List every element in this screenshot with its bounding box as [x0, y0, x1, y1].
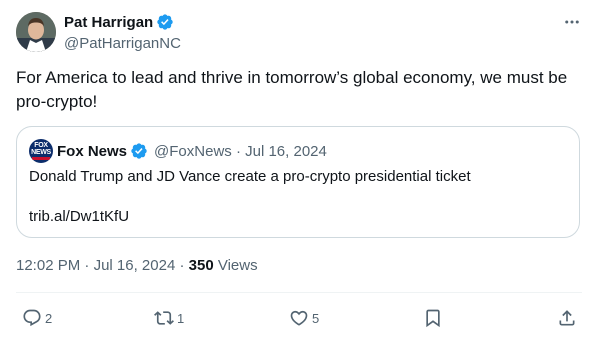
- author-name[interactable]: Pat Harrigan: [64, 14, 153, 31]
- avatar[interactable]: [16, 12, 56, 52]
- quote-separator: ·: [235, 142, 241, 160]
- repost-icon: [154, 308, 174, 328]
- share-button[interactable]: [557, 305, 577, 331]
- divider: [16, 292, 582, 293]
- verified-badge-icon[interactable]: [156, 13, 174, 31]
- like-count: 5: [312, 310, 320, 326]
- quoted-tweet[interactable]: FOX NEWS Fox News @FoxNews · Jul 16, 202…: [16, 126, 580, 238]
- quote-date: Jul 16, 2024: [245, 142, 327, 160]
- meta-separator: ·: [84, 257, 90, 274]
- tweet-text: For America to lead and thrive in tomorr…: [16, 68, 568, 111]
- reply-icon: [22, 308, 42, 328]
- avatar-photo: [16, 12, 56, 52]
- quote-author-handle: @FoxNews: [154, 142, 232, 160]
- author-block: Pat Harrigan @PatHarriganNC: [64, 12, 181, 54]
- more-options-icon[interactable]: [562, 12, 582, 32]
- like-button[interactable]: 5: [289, 305, 319, 331]
- quote-link[interactable]: trib.al/Dw1tKfU: [29, 207, 129, 227]
- like-icon: [289, 308, 309, 328]
- tweet-date[interactable]: Jul 16, 2024: [94, 257, 176, 274]
- fox-news-logo-icon: FOX NEWS: [29, 139, 53, 163]
- tweet-meta: 12:02 PM · Jul 16, 2024 · 350 Views: [16, 256, 258, 276]
- quote-text: Donald Trump and JD Vance create a pro-c…: [29, 168, 471, 185]
- bookmark-button[interactable]: [423, 305, 443, 331]
- reply-count: 2: [45, 310, 53, 326]
- quote-author-name: Fox News: [57, 142, 128, 160]
- views-label: Views: [217, 257, 258, 274]
- author-handle[interactable]: @PatHarriganNC: [64, 34, 181, 54]
- bookmark-icon: [423, 308, 443, 328]
- views-count: 350: [188, 257, 214, 274]
- repost-button[interactable]: 1: [154, 305, 184, 331]
- tweet-time[interactable]: 12:02 PM: [16, 257, 80, 274]
- action-bar: 2 1 5: [0, 305, 598, 331]
- quote-verified-badge-icon: [130, 142, 148, 160]
- share-icon: [557, 308, 577, 328]
- meta-separator: ·: [179, 257, 185, 274]
- reply-button[interactable]: 2: [22, 305, 52, 331]
- repost-count: 1: [177, 310, 185, 326]
